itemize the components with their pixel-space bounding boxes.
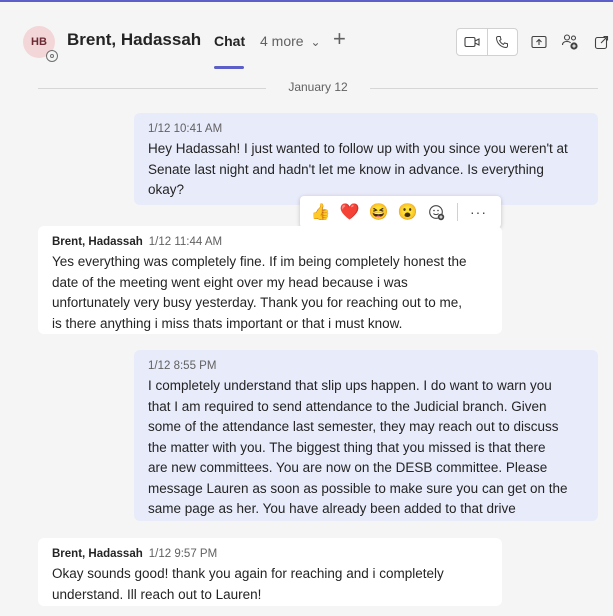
chevron-down-icon: ⌄ <box>310 35 321 49</box>
video-call-button[interactable] <box>457 29 487 55</box>
call-button-group <box>456 28 518 56</box>
add-tab-button[interactable]: + <box>333 26 346 52</box>
date-label: January 12 <box>274 80 362 94</box>
audio-call-icon <box>496 36 509 49</box>
more-tabs-button[interactable]: 4 more ⌄ <box>260 33 321 49</box>
laugh-reaction-button[interactable]: 😆 <box>366 196 391 228</box>
reaction-bar: 👍 ❤️ 😆 😮 ··· <box>300 196 501 228</box>
sent-message[interactable]: 1/12 10:41 AM Hey Hadassah! I just wante… <box>134 113 598 205</box>
add-people-icon <box>561 34 578 50</box>
add-people-button[interactable] <box>561 33 579 51</box>
message-timestamp: 1/12 11:44 AM <box>148 236 223 248</box>
sent-message[interactable]: 1/12 8:55 PM I completely understand tha… <box>134 350 598 521</box>
more-options-button[interactable]: ··· <box>466 196 491 228</box>
received-message[interactable]: Brent, Hadassah 1/12 9:57 PM Okay sounds … <box>38 538 502 606</box>
like-reaction-button[interactable]: 👍 <box>308 196 333 228</box>
message-text: Hey Hadassah! I just wanted to follow up… <box>148 141 568 197</box>
more-tabs-label: 4 more <box>260 33 304 49</box>
avatar-initials: HB <box>31 36 47 48</box>
active-tab-indicator <box>214 66 244 69</box>
audio-call-button[interactable] <box>488 29 518 55</box>
message-header: Brent, Hadassah 1/12 11:44 AM <box>52 234 488 250</box>
add-reaction-icon <box>429 204 445 220</box>
date-divider: January 12 <box>38 80 598 96</box>
contact-name[interactable]: Brent, Hadassah <box>67 30 201 50</box>
received-message[interactable]: Brent, Hadassah 1/12 11:44 AM Yes everyth… <box>38 226 502 334</box>
heart-reaction-button[interactable]: ❤️ <box>337 196 362 228</box>
message-text: Okay sounds good! thank you again for re… <box>52 566 444 602</box>
share-screen-button[interactable] <box>530 33 548 51</box>
message-text: Yes everything was completely fine. If i… <box>52 254 467 331</box>
share-screen-icon <box>531 35 547 49</box>
message-header: Brent, Hadassah 1/12 9:57 PM <box>52 546 488 562</box>
pop-out-button[interactable] <box>593 33 611 51</box>
surprised-reaction-button[interactable]: 😮 <box>395 196 420 228</box>
message-timestamp: 1/12 10:41 AM <box>148 123 223 135</box>
video-call-icon <box>464 36 480 48</box>
chat-header: HB Brent, Hadassah Chat 4 more ⌄ + <box>0 2 613 69</box>
tab-chat[interactable]: Chat <box>214 33 245 49</box>
presence-status-icon <box>46 50 58 62</box>
message-timestamp: 1/12 9:57 PM <box>148 548 218 560</box>
message-text: I completely understand that slip ups ha… <box>148 378 568 516</box>
pop-out-icon <box>594 35 609 50</box>
message-timestamp: 1/12 8:55 PM <box>148 360 217 372</box>
sender-name: Brent, Hadassah <box>52 548 143 560</box>
add-reaction-button[interactable] <box>424 196 449 228</box>
sender-name: Brent, Hadassah <box>52 236 143 248</box>
